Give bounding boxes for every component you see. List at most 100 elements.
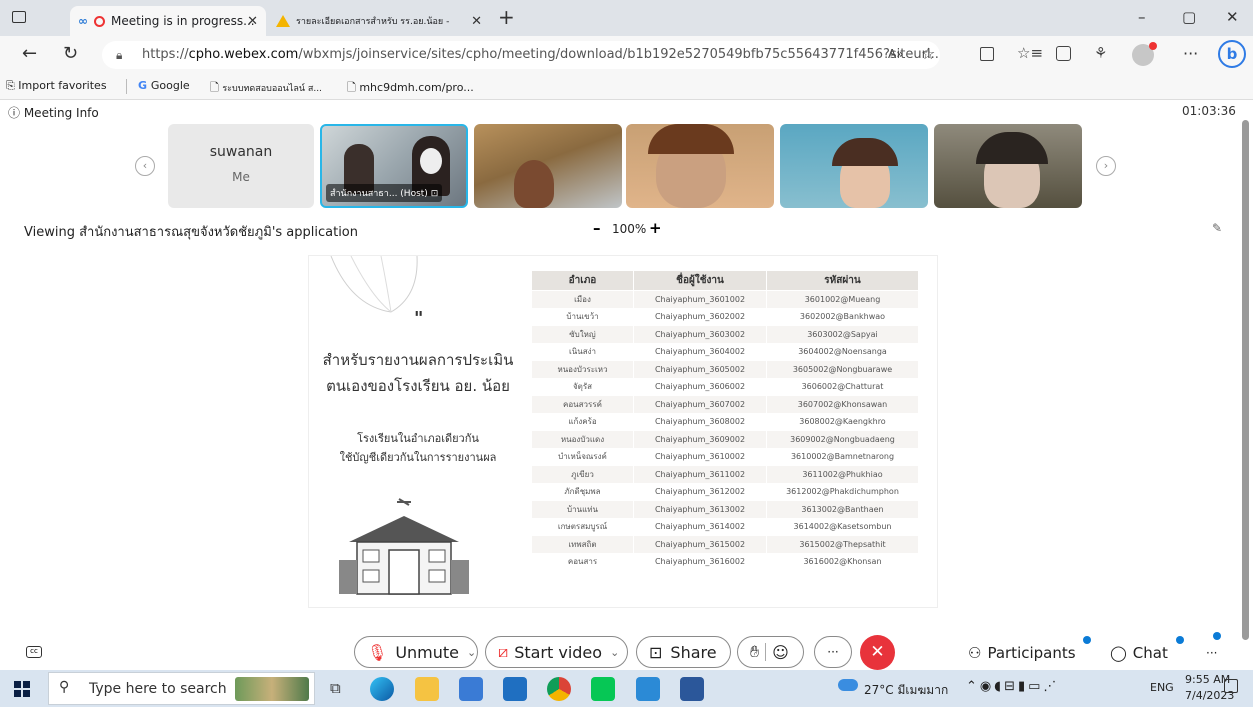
self-video-tile[interactable]: suwanan Me [168, 124, 314, 208]
mail-icon[interactable] [503, 677, 527, 701]
username-cell: Chaiyaphum_3614002 [633, 517, 767, 536]
notifications-icon[interactable] [1224, 679, 1238, 693]
taskbar-search-box[interactable]: ⚲ Type here to search [48, 672, 315, 705]
expand-icon[interactable]: ⊡ [431, 189, 439, 199]
start-video-button[interactable]: ⧄ Start video ⌄ [485, 636, 628, 668]
line-icon[interactable] [591, 677, 615, 701]
doc-note-line1: โรงเรียนในอำเภอเดียวกัน [357, 432, 479, 445]
recording-icon [94, 15, 105, 27]
chevron-down-icon[interactable]: ⌄ [610, 646, 619, 659]
participants-button[interactable]: ⚇ Participants [968, 644, 1076, 662]
chevron-down-icon[interactable]: ⌄ [467, 646, 476, 659]
muted-mic-icon: 🎙︎ [367, 642, 388, 662]
mhc9dmh-link[interactable]: 🗋︎ mhc9dmh.com/pro... [347, 79, 474, 98]
username-cell: Chaiyaphum_3604002 [633, 342, 767, 361]
tab-meeting[interactable]: ∞ Meeting is in progress... ✕ [70, 6, 266, 36]
back-icon[interactable]: ← [22, 43, 37, 64]
username-cell: Chaiyaphum_3601002 [633, 290, 767, 309]
host-video-tile[interactable]: สำนักงานสาธา... (Host) ⊡ [320, 124, 468, 208]
new-tab-button[interactable]: + [498, 5, 515, 29]
file-explorer-icon[interactable] [415, 677, 439, 701]
favorite-star-icon[interactable]: ☆ [921, 44, 935, 63]
favorites-icon[interactable]: ☆≡ [1017, 44, 1043, 62]
collections-icon[interactable] [1056, 46, 1071, 61]
windows-start-icon[interactable] [14, 681, 30, 697]
close-window-button[interactable]: ✕ [1226, 8, 1239, 26]
username-cell: Chaiyaphum_3611002 [633, 465, 767, 484]
district-cell: เนินสง่า [531, 342, 634, 361]
word-icon[interactable] [680, 677, 704, 701]
restore-button[interactable]: ▢ [1182, 8, 1196, 26]
table-row: คอนสวรรค์ Chaiyaphum_3607002 3607002@Khons… [531, 395, 919, 414]
password-cell: 3616002@Khonsan [766, 552, 919, 571]
tab-document-label: รายละเอียดเอกสารสำหรับ รร.อย.น้อย - [296, 17, 450, 27]
tab-close-icon[interactable]: ✕ [247, 14, 258, 29]
notification-dot-icon [1176, 636, 1184, 644]
url-field[interactable]: 🔒︎ https://cpho.webex.com/wbxmjs/joinser… [102, 41, 940, 69]
password-cell: 3608002@Kaengkhro [766, 412, 919, 431]
district-cell: บำเหน็จณรงค์ [531, 447, 634, 466]
participant-hair [832, 138, 898, 166]
account-table: อำเภอ ชื่อผู้ใช้งาน รหัสผ่าน เมือง Chaiya… [531, 270, 919, 571]
username-cell: Chaiyaphum_3607002 [633, 395, 767, 414]
minimize-button[interactable]: – [1138, 8, 1146, 26]
district-cell: ภูเขียว [531, 465, 634, 484]
unmute-button[interactable]: 🎙︎ Unmute ⌄ [354, 636, 478, 668]
participant-video-tile[interactable] [474, 124, 622, 208]
participant-hair [976, 132, 1048, 164]
captions-icon[interactable]: cc [26, 646, 42, 658]
edge-icon[interactable] [370, 677, 394, 701]
annotate-icon[interactable]: ✎ [1212, 221, 1222, 235]
split-screen-icon[interactable] [980, 47, 994, 61]
meeting-info-link[interactable]: ⓘ Meeting Info [8, 104, 99, 121]
photos-icon[interactable] [636, 677, 660, 701]
chrome-icon[interactable] [547, 677, 571, 701]
table-header-row: อำเภอ ชื่อผู้ใช้งาน รหัสผ่าน [531, 270, 919, 291]
system-tray-icons[interactable]: ⌃◉◖⊟▮▭⋰ [966, 679, 1059, 694]
webex-logo-icon: ∞ [78, 14, 88, 28]
reactions-button[interactable]: ✋︎ ☺ [737, 636, 804, 668]
tab-actions-icon[interactable] [12, 11, 26, 23]
column-header: ชื่อผู้ใช้งาน [633, 270, 767, 291]
tab-close-icon[interactable]: ✕ [471, 14, 482, 29]
username-cell: Chaiyaphum_3603002 [633, 325, 767, 344]
bing-icon[interactable]: b [1218, 40, 1246, 68]
zoom-in-button[interactable]: + [649, 219, 662, 237]
google-icon: G [138, 79, 151, 92]
more-options-button[interactable]: ··· [814, 636, 852, 668]
store-icon[interactable] [459, 677, 483, 701]
username-cell: Chaiyaphum_3605002 [633, 360, 767, 379]
refresh-icon[interactable]: ↻ [63, 43, 78, 64]
end-call-button[interactable]: ✕ [860, 635, 895, 670]
lock-icon: 🔒︎ [116, 48, 123, 62]
extensions-icon[interactable]: ⚘ [1094, 44, 1107, 62]
online-test-link[interactable]: 🗋︎ ระบบทดสอบออนไลน์ ส... [210, 79, 322, 98]
tab-document[interactable]: รายละเอียดเอกสารสำหรับ รร.อย.น้อย - ✕ [268, 6, 490, 36]
page-icon: 🗋︎ [210, 81, 223, 94]
chat-button[interactable]: ◯ Chat [1110, 644, 1168, 662]
zoom-out-button[interactable]: – [593, 219, 601, 237]
school-building-illustration [339, 498, 469, 595]
participant-video-tile[interactable] [626, 124, 774, 208]
scroll-left-icon[interactable]: ‹ [135, 156, 155, 176]
more-menu-icon[interactable]: ··· [1183, 44, 1198, 63]
language-indicator[interactable]: ENG [1150, 681, 1174, 694]
task-view-icon[interactable]: ⧉ [330, 679, 341, 697]
district-cell: บ้านแท่น [531, 500, 634, 519]
password-cell: 3610002@Bamnetnarong [766, 447, 919, 466]
participant-video-tile[interactable] [934, 124, 1082, 208]
district-cell: คอนสวรรค์ [531, 395, 634, 414]
url-path: /wbxmjs/joinservice/sites/cpho/meeting/d… [298, 47, 940, 62]
page-scrollbar[interactable] [1242, 120, 1249, 640]
share-button[interactable]: ⊡ Share [636, 636, 731, 668]
weather-text[interactable]: 27°C มีเมฆมาก [864, 681, 948, 700]
weather-icon [838, 679, 858, 691]
tab-meeting-label: Meeting is in progress... [111, 14, 255, 28]
scroll-right-icon[interactable]: › [1096, 156, 1116, 176]
participant-video-tile[interactable] [780, 124, 928, 208]
import-favorites-link[interactable]: ⎘ Import favorites [6, 79, 107, 93]
google-link[interactable]: G Google [138, 79, 190, 92]
chat-icon: ◯ [1110, 644, 1127, 662]
more-panels-button[interactable]: ··· [1206, 646, 1217, 660]
read-aloud-icon[interactable]: A» [888, 47, 904, 61]
